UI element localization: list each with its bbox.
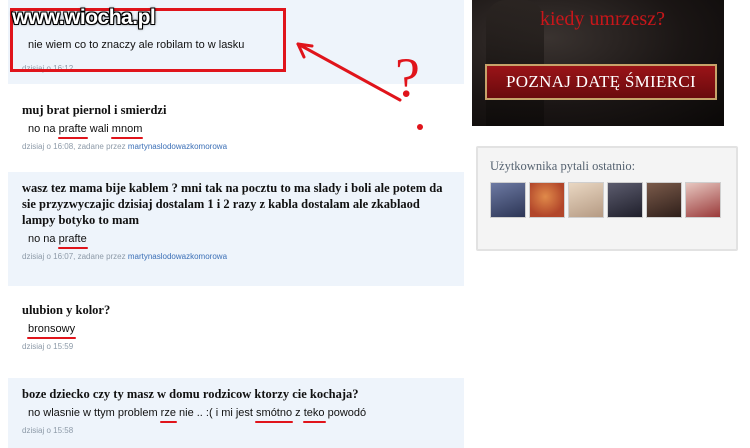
timestamp: dzisiaj o 15:58 [22, 426, 74, 435]
answer-text: no na prafte [22, 232, 450, 249]
ad-headline: kiedy umrzesz? [540, 8, 665, 30]
avatar[interactable] [568, 182, 604, 218]
qa-item: muj brat piernol i smierdzi no na prafte… [8, 94, 464, 166]
avatar[interactable] [607, 182, 643, 218]
timestamp: dzisiaj o 16:07 [22, 252, 74, 261]
timestamp: dzisiaj o 16:08 [22, 142, 74, 151]
avatar-row [490, 182, 721, 218]
answer-part: no na [28, 123, 59, 135]
recent-askers-title: Użytkownika pytali ostatnio: [490, 159, 636, 173]
avatar[interactable] [646, 182, 682, 218]
hooded-figure-image [486, 0, 544, 126]
meta-line: dzisiaj o 15:58 [22, 426, 450, 435]
underlined-word: prafte [57, 123, 88, 139]
ad-cta-button[interactable]: POZNAJ DATĘ ŚMIERCI [485, 64, 717, 100]
underlined-word: bronsowy [26, 323, 77, 339]
answer-part: no wlasnie w ttym problem [28, 407, 161, 419]
timestamp: dzisiaj o 15:59 [22, 342, 74, 351]
asker-link[interactable]: martynaslodowazkomorowa [128, 142, 227, 151]
underlined-word: rze [159, 407, 178, 423]
meta-line: dzisiaj o 15:59 [22, 342, 450, 351]
qa-item: wasz tez mama bije kablem ? mni tak na p… [8, 172, 464, 286]
question-text: ulubion y kolor? [22, 303, 111, 317]
question-text: wasz tez mama bije kablem ? mni tak na p… [22, 181, 443, 227]
answer-text: no wlasnie w ttym problem rze nie .. :( … [22, 406, 450, 423]
underlined-word: teko [302, 407, 326, 423]
question-text: boze dziecko czy ty masz w domu rodzicow… [22, 387, 359, 401]
asked-by-label: , zadane przez [73, 142, 128, 151]
qa-item: boze dziecko czy ty masz w domu rodzicow… [8, 378, 464, 448]
answer-part: z [292, 407, 304, 419]
answer-text: no na prafte wali mnom [22, 122, 450, 139]
answer-part: powodó [324, 407, 367, 419]
asked-by-label: , zadane przez [73, 252, 128, 261]
qa-item: ulubion y kolor? bronsowy dzisiaj o 15:5… [8, 294, 464, 364]
answer-part: no na [28, 233, 59, 245]
answer-part: wali [86, 123, 112, 135]
avatar[interactable] [490, 182, 526, 218]
watermark-logo: www.wiocha.pl [12, 6, 156, 29]
question-text: muj brat piernol i smierdzi [22, 103, 167, 117]
avatar[interactable] [685, 182, 721, 218]
answer-part: nie .. :( i mi jest [175, 407, 257, 419]
underlined-word: mnom [110, 123, 143, 139]
meta-line: dzisiaj o 16:08, zadane przez martynaslo… [22, 142, 450, 151]
underlined-word: prafte [57, 233, 88, 249]
answer-text: bronsowy [22, 322, 450, 339]
underlined-word: smótno [255, 407, 294, 423]
meta-line: dzisiaj o 16:07, zadane przez martynaslo… [22, 252, 450, 261]
avatar[interactable] [529, 182, 565, 218]
asker-link[interactable]: martynaslodowazkomorowa [128, 252, 227, 261]
